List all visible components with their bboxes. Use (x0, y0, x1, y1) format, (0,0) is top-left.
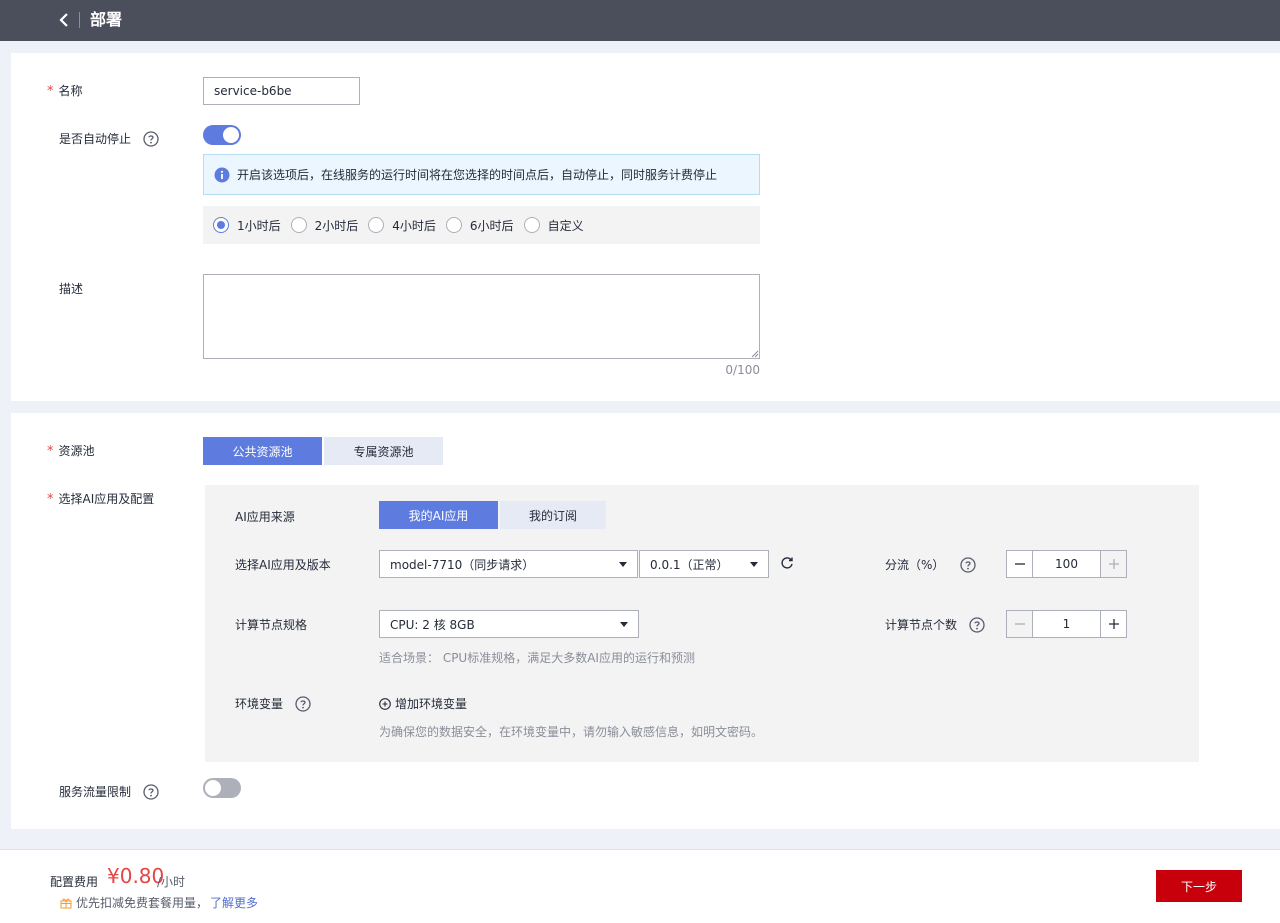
autostop-toggle[interactable] (203, 125, 241, 145)
page-title: 部署 (90, 10, 123, 29)
radio-circle (523, 217, 540, 233)
required-mark: * (47, 444, 54, 459)
radio-4h[interactable]: 4小时后 (368, 217, 436, 234)
refresh-icon[interactable] (779, 555, 795, 571)
gift-icon (60, 898, 72, 908)
fee-label: 配置费用 (50, 875, 99, 889)
tab-dedicated-pool[interactable]: 专属资源池 (324, 437, 443, 465)
traffic-limit-toggle[interactable] (203, 778, 241, 798)
tab-my-subscriptions[interactable]: 我的订阅 (500, 501, 606, 529)
help-icon[interactable] (969, 617, 985, 633)
description-textarea[interactable] (203, 274, 760, 359)
nodes-increment-button[interactable] (1100, 610, 1127, 638)
fee-unit: /小时 (157, 875, 186, 889)
split-stepper: 100 (1006, 550, 1127, 578)
split-decrement-button[interactable] (1006, 550, 1033, 578)
model-select[interactable]: model-7710（同步请求） (379, 550, 638, 578)
source-tabs: 我的AI应用 我的订阅 (379, 501, 606, 529)
help-icon[interactable] (143, 131, 159, 147)
radio-circle (213, 217, 229, 233)
spec-hint: 适合场景： CPU标准规格，满足大多数AI应用的运行和预测 (379, 651, 695, 665)
source-label: AI应用来源 (235, 510, 295, 524)
nodes-decrement-button[interactable] (1006, 610, 1033, 638)
version-select[interactable]: 0.0.1（正常） (639, 550, 769, 578)
plus-icon (1108, 559, 1119, 569)
autostop-label: 是否自动停止 (59, 131, 159, 147)
description-label: 描述 (59, 282, 84, 296)
spec-label: 计算节点规格 (235, 618, 308, 632)
radio-6h[interactable]: 6小时后 (445, 217, 514, 234)
radio-2h[interactable]: 2小时后 (290, 217, 358, 234)
description-counter: 0/100 (725, 363, 760, 377)
minus-icon (1014, 563, 1025, 565)
info-icon (214, 167, 230, 182)
autostop-time-options: 1小时后 2小时后 4小时后 6小时后 自定义 (203, 206, 760, 244)
autostop-info-box: 开启该选项后，在线服务的运行时间将在您选择的时间点后，自动停止，同时服务计费停止 (203, 154, 760, 195)
toggle-knob (223, 127, 239, 143)
spec-select[interactable]: CPU: 2 核 8GB (379, 610, 639, 638)
nodes-label: 计算节点个数 (885, 617, 985, 633)
required-mark: * (47, 492, 54, 507)
app-config-label: * 选择AI应用及配置 (47, 492, 155, 507)
split-value[interactable]: 100 (1033, 550, 1100, 578)
next-step-button[interactable]: 下一步 (1156, 870, 1242, 902)
top-bar: 部署 (0, 0, 1280, 41)
required-mark: * (47, 84, 54, 99)
help-icon[interactable] (143, 784, 159, 800)
env-hint: 为确保您的数据安全，在环境变量中，请勿输入敏感信息，如明文密码。 (379, 725, 764, 739)
nodes-stepper: 1 (1006, 610, 1127, 638)
plus-icon (1108, 619, 1119, 629)
help-icon[interactable] (960, 557, 977, 573)
add-env-button[interactable]: 增加环境变量 (379, 695, 467, 712)
fee-amount: ¥0.80 (107, 864, 165, 888)
pool-tabs: 公共资源池 专属资源池 (203, 437, 443, 465)
pool-label: * 资源池 (47, 444, 95, 459)
caret-down-icon (750, 562, 758, 567)
caret-down-icon (620, 622, 628, 627)
help-icon[interactable] (295, 696, 311, 712)
plus-circle-icon (379, 697, 391, 710)
tab-public-pool[interactable]: 公共资源池 (203, 437, 322, 465)
tab-my-apps[interactable]: 我的AI应用 (379, 501, 498, 529)
promo-note: 优先扣减免费套餐用量， 了解更多 (60, 894, 258, 911)
app-config-panel: AI应用来源 我的AI应用 我的订阅 选择AI应用及版本 model-7710（… (205, 485, 1199, 762)
version-label: 选择AI应用及版本 (235, 558, 331, 572)
resize-grip-icon[interactable] (751, 350, 759, 358)
radio-circle (368, 217, 385, 233)
back-button[interactable] (56, 10, 72, 30)
toggle-knob (205, 780, 221, 796)
minus-icon (1014, 623, 1025, 625)
name-label: * 名称 (47, 84, 83, 99)
resource-card: * 资源池 公共资源池 专属资源池 * 选择AI应用及配置 AI应用来源 我的AI应… (11, 413, 1280, 829)
chevron-left-icon (59, 13, 68, 27)
footer-bar: 配置费用 ¥0.80 /小时 优先扣减免费套餐用量， 了解更多 下一步 (0, 849, 1280, 923)
radio-1h[interactable]: 1小时后 (213, 217, 281, 234)
split-label: 分流（%） (885, 557, 977, 573)
radio-custom[interactable]: 自定义 (523, 217, 584, 234)
radio-circle (445, 217, 462, 233)
basic-info-card: *名称 是否自动停止 开启该选项后，在线服务的运行时间将在您选择的时间点后，自动… (11, 53, 1280, 401)
caret-down-icon (619, 562, 627, 567)
env-label: 环境变量 (235, 696, 311, 712)
header-divider (79, 12, 80, 28)
radio-circle (290, 217, 307, 233)
traffic-limit-label: 服务流量限制 (59, 784, 159, 800)
nodes-value[interactable]: 1 (1033, 610, 1100, 638)
learn-more-link[interactable]: 了解更多 (210, 894, 258, 911)
split-increment-button[interactable] (1100, 550, 1127, 578)
name-input[interactable] (203, 77, 360, 105)
